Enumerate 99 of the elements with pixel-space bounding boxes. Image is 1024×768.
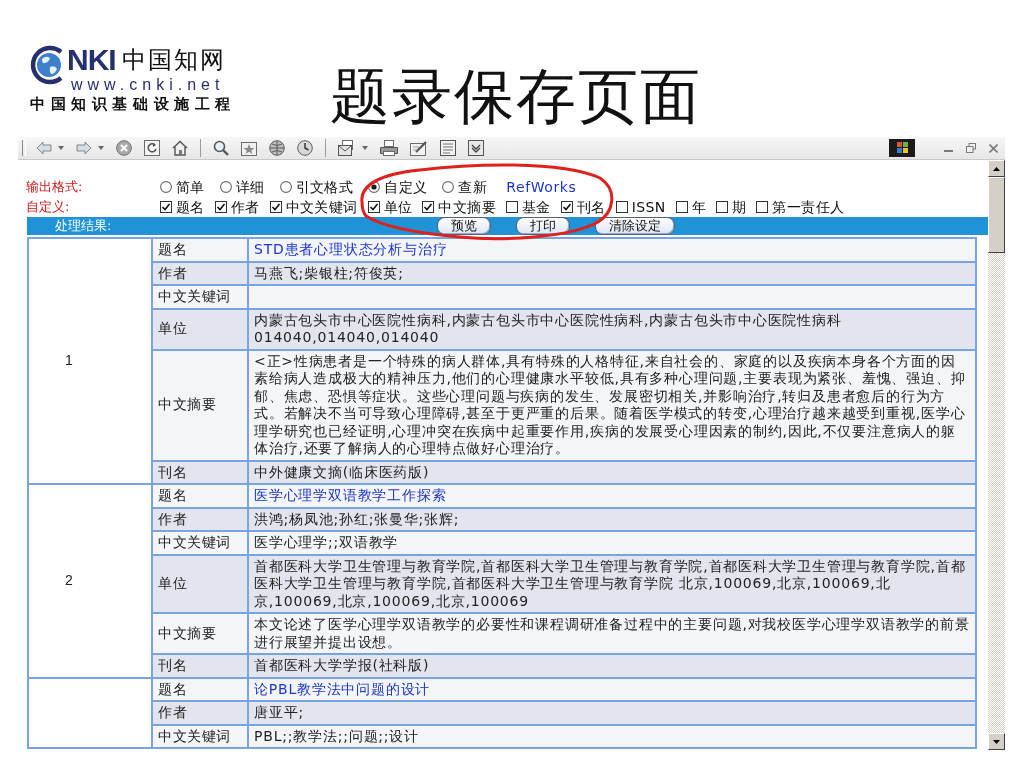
restore-icon[interactable]: [966, 143, 976, 153]
search-icon[interactable]: [213, 140, 229, 156]
field-value-cell: 首都医科大学卫生管理与教育学院,首都医科大学卫生管理与教育学院,首都医科大学卫生管理与教育学院,首都医科大学卫生管理与教育学院,首都医科大学卫生管理与教育学院 北京,100069,北京,100069,北京,100069,北京,100069,北京,100069: [248, 554, 976, 613]
title-link[interactable]: 论PBL教学法中问题的设计: [254, 680, 431, 697]
radio-button[interactable]: [219, 181, 232, 193]
scroll-down-button[interactable]: [988, 733, 1005, 750]
document-icon[interactable]: [440, 140, 456, 156]
field-label-cell: 中文关键词: [152, 531, 248, 555]
field-value-cell: 马燕飞;柴银柱;符俊英;: [248, 261, 976, 285]
logo-name: 中国知网: [121, 47, 226, 73]
logo-tagline: 中国知识基础设施工程: [30, 96, 236, 113]
chevron-box-icon[interactable]: [468, 140, 484, 156]
checkbox-label[interactable]: 中文关键词: [285, 198, 358, 216]
home-icon[interactable]: [172, 140, 188, 156]
edit-icon[interactable]: [410, 140, 428, 156]
field-label-cell: 单位: [152, 308, 248, 350]
action-button[interactable]: 打印: [516, 217, 571, 235]
radio-label[interactable]: 引文格式: [295, 178, 354, 196]
logo-url: www.cnki.net: [71, 77, 225, 92]
refresh-icon[interactable]: [144, 140, 160, 156]
radio-label[interactable]: 查新: [458, 178, 488, 196]
field-value-cell: 内蒙古包头市中心医院性病科,内蒙古包头市中心医院性病科,内蒙古包头市中心医院性病科 014040,014040,014040: [248, 308, 976, 350]
radio-button[interactable]: [160, 181, 172, 193]
up-triangle-icon: [993, 166, 1000, 171]
radio-label[interactable]: 自定义: [384, 178, 428, 196]
record-number-cell: 2: [28, 484, 152, 678]
scroll-thumb[interactable]: [988, 177, 1005, 253]
field-label-cell: 刊名: [152, 654, 248, 678]
radio-label[interactable]: 详细: [235, 178, 265, 196]
checkbox[interactable]: [367, 201, 380, 213]
field-label-cell: 作者: [152, 261, 248, 285]
checkbox-label[interactable]: 题名: [176, 198, 205, 216]
action-button[interactable]: 清除设定: [595, 217, 676, 235]
checkbox-label[interactable]: 中文摘要: [438, 198, 497, 216]
record-number-cell: 1: [28, 238, 152, 484]
output-format-label: 输出格式:: [26, 178, 84, 196]
flag-logo-icon: [889, 139, 915, 157]
field-label-cell: 题名: [152, 238, 248, 262]
stop-icon[interactable]: [116, 140, 132, 156]
field-label-cell: 题名: [152, 677, 248, 701]
checkbox-label[interactable]: 年: [691, 198, 707, 216]
field-label-cell: 作者: [152, 507, 248, 531]
action-button[interactable]: 预览: [437, 217, 492, 235]
field-value-cell: 洪鸿;杨凤池;孙红;张曼华;张辉;: [248, 507, 976, 531]
checkbox-label[interactable]: ISSN: [631, 198, 666, 216]
result-label: 处理结果:: [55, 217, 112, 235]
checkbox-label[interactable]: 单位: [383, 198, 413, 216]
checkbox-label[interactable]: 期: [732, 198, 747, 216]
clock-icon[interactable]: [297, 140, 313, 156]
checkbox[interactable]: [560, 201, 573, 213]
left-arrow-icon[interactable]: [36, 141, 52, 155]
field-label-cell: 中文摘要: [152, 613, 248, 654]
field-value-cell: 本文论述了医学心理学双语教学的必要性和课程调研准备过程中的主要问题,对我校医学心理学双语教学的前景进行展望并提出设想。: [248, 613, 976, 654]
field-value-cell: 医学心理学;;双语教学: [248, 531, 976, 555]
title-link[interactable]: 医学心理学双语教学工作探索: [254, 487, 447, 503]
radio-button[interactable]: [442, 181, 455, 193]
down-triangle-icon: [993, 739, 1000, 744]
printer-icon[interactable]: [380, 140, 398, 156]
field-value-cell: <正>性病患者是一个特殊的病人群体,具有特殊的人格特征,来自社会的、家庭的以及疾病本身各个方面的因素给病人造成极大的精神压力,他们的心理健康水平较低,具有多种心理问题,主要表现为紧张、羞愧、强迫、抑郁、焦虑、恐惧等症状。这些心理问题与疾病的发生、发展密切相关,并影响治疗,转归及患者愈后的行为方式。若解决不当可导致心理障碍,甚至于更严重的后果。随着医学模式的转变,心理治疗越来越受到重视,医学心理学研究也已经证明,心理冲突在疾病中起重要作用,疾病的发展受心理因素的制约,因此,不仅要注意病人的躯体治疗,还要了解病人的心理特点做好心理治疗。: [248, 349, 976, 461]
checkbox-label[interactable]: 第一责任人: [772, 198, 845, 216]
field-label-cell: 刊名: [152, 460, 248, 484]
right-arrow-icon[interactable]: [76, 141, 92, 155]
export-link[interactable]: RefWorks: [506, 179, 577, 195]
field-label-cell: 作者: [152, 701, 248, 725]
checkbox-label[interactable]: 基金: [522, 198, 551, 216]
checkbox[interactable]: [422, 201, 435, 213]
caret-icon[interactable]: [362, 146, 368, 150]
field-label-cell: 题名: [152, 484, 248, 508]
checkbox[interactable]: [756, 201, 769, 213]
checkbox[interactable]: [160, 201, 172, 213]
field-label-cell: 单位: [152, 554, 248, 613]
checkbox[interactable]: [615, 201, 628, 213]
custom-fields-label: 自定义:: [26, 198, 71, 216]
checkbox[interactable]: [506, 201, 519, 213]
globe-icon[interactable]: [269, 140, 285, 156]
title-link[interactable]: STD患者心理状态分析与治疗: [254, 241, 448, 257]
caret-icon[interactable]: [58, 146, 64, 150]
caret-icon[interactable]: [98, 146, 104, 150]
field-label-cell: 中文关键词: [152, 285, 248, 309]
checkbox[interactable]: [716, 201, 729, 213]
checkbox[interactable]: [214, 201, 227, 213]
radio-label[interactable]: 简单: [176, 178, 205, 196]
field-label-cell: 中文关键词: [152, 724, 248, 748]
radio-button[interactable]: [368, 181, 381, 193]
checkbox-label[interactable]: 作者: [230, 198, 260, 216]
logo-wordmark: NKI: [67, 45, 116, 75]
envelope-icon[interactable]: [338, 140, 356, 156]
checkbox-label[interactable]: 刊名: [576, 198, 606, 216]
field-value-cell: 中外健康文摘(临床医药版): [248, 460, 976, 484]
field-value-cell: 首都医科大学学报(社科版): [248, 654, 976, 678]
field-value-cell: PBL;;教学法;;问题;;设计: [248, 724, 976, 748]
checkbox[interactable]: [269, 201, 282, 213]
checkbox[interactable]: [675, 201, 688, 213]
field-value-cell: 唐亚平;: [248, 701, 976, 725]
radio-button[interactable]: [279, 181, 292, 193]
scroll-up-button[interactable]: [988, 160, 1005, 177]
close-icon[interactable]: [989, 143, 998, 153]
slide-title: 题录保存页面: [330, 66, 702, 126]
field-label-cell: 中文摘要: [152, 349, 248, 461]
